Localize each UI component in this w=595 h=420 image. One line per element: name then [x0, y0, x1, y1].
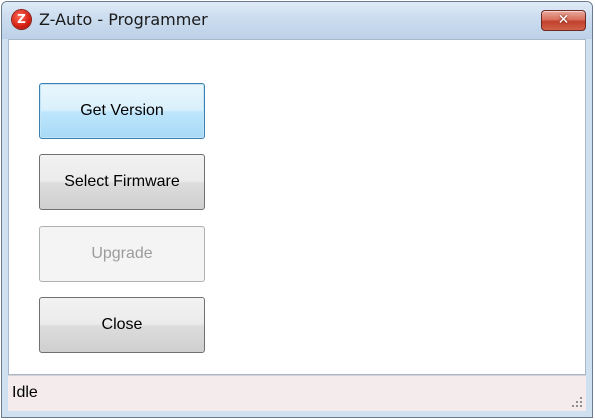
status-text: Idle	[12, 384, 38, 401]
programmer-window: Z Z-Auto - Programmer ✕ Get Version Sele…	[1, 1, 593, 418]
title-bar[interactable]: Z Z-Auto - Programmer ✕	[2, 2, 592, 39]
window-title: Z-Auto - Programmer	[39, 10, 208, 29]
resize-grip-icon[interactable]	[570, 395, 582, 407]
status-bar: Idle	[8, 375, 586, 411]
close-icon: ✕	[557, 12, 570, 28]
client-area: Get Version Select Firmware Upgrade Clos…	[8, 39, 586, 375]
get-version-button[interactable]: Get Version	[39, 83, 205, 139]
select-firmware-button[interactable]: Select Firmware	[39, 154, 205, 210]
window-close-button[interactable]: ✕	[541, 10, 586, 31]
app-logo-letter: Z	[17, 12, 26, 26]
upgrade-button: Upgrade	[39, 226, 205, 282]
app-logo-icon[interactable]: Z	[12, 10, 31, 29]
close-button[interactable]: Close	[39, 297, 205, 353]
